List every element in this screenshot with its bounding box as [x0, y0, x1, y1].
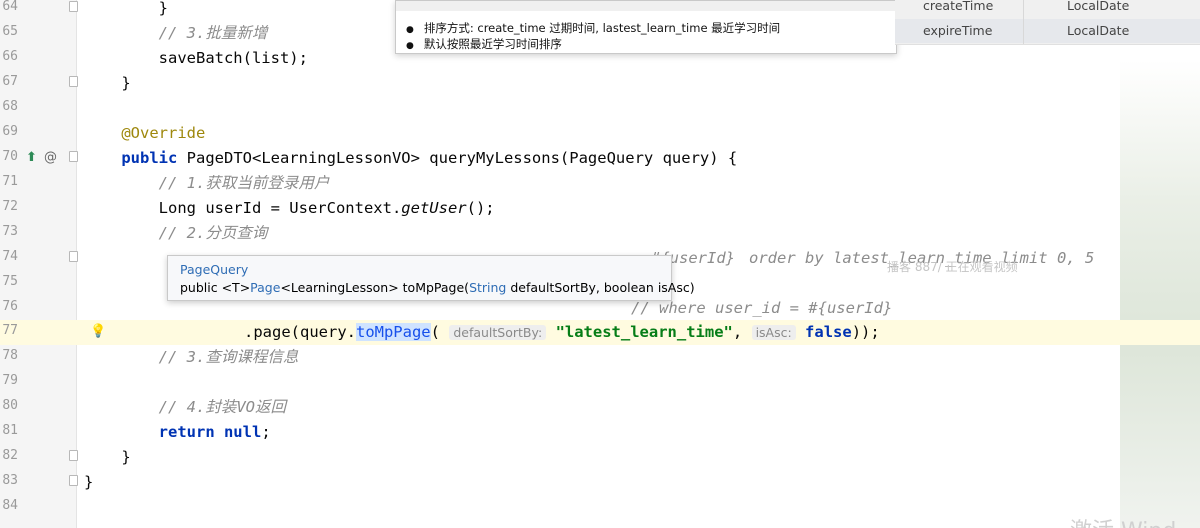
- line-number: 67: [2, 74, 18, 89]
- line-number: 70: [2, 149, 18, 164]
- method-highlight[interactable]: toMpPage: [355, 323, 431, 341]
- line-number: 77: [2, 323, 18, 338]
- code-line[interactable]: 68: [0, 96, 1200, 121]
- popup-class-name[interactable]: PageQuery: [180, 262, 248, 277]
- column-divider: [1023, 0, 1024, 44]
- doc-tooltip: ● 排序方式: create_time 过期时间, lastest_learn_t…: [395, 0, 897, 54]
- code-text: public PageDTO<LearningLessonVO> queryMy…: [84, 149, 738, 167]
- code-text: }: [84, 448, 131, 466]
- code-line[interactable]: 73 // 2.分页查询: [0, 221, 1200, 246]
- tooltip-line: ● 排序方式: create_time 过期时间, lastest_learn_t…: [406, 21, 781, 35]
- line-number: 73: [2, 224, 18, 239]
- param-hint: isAsc:: [751, 325, 796, 340]
- code-comment: // 4.封装VO返回: [84, 398, 286, 416]
- line-number: 80: [2, 398, 18, 413]
- code-editor[interactable]: 64 } 65 // 3.批量新增 66 saveBatch(list); 67…: [0, 0, 1200, 528]
- code-line[interactable]: 81 return null;: [0, 420, 1200, 445]
- code-text: saveBatch(list);: [84, 49, 308, 67]
- code-annotation: @Override: [84, 124, 206, 142]
- line-number: 75: [2, 274, 18, 289]
- line-number: 79: [2, 373, 18, 388]
- lightbulb-icon[interactable]: 💡: [90, 324, 106, 339]
- code-comment: // 3.批量新增: [84, 24, 268, 42]
- fold-marker-icon[interactable]: [69, 151, 78, 162]
- line-number: 74: [2, 249, 18, 264]
- implementation-arrow-icon[interactable]: ⬆: [26, 150, 37, 165]
- line-number: 72: [2, 199, 18, 214]
- line-number: 71: [2, 174, 18, 189]
- tooltip-header: [396, 1, 896, 11]
- param-hint: defaultSortBy:: [449, 325, 547, 340]
- popup-signature: public <T>Page<LearningLesson> toMpPage(…: [180, 280, 695, 295]
- code-text: return null;: [84, 423, 271, 441]
- code-line[interactable]: 84: [0, 495, 1200, 520]
- code-text: }: [84, 74, 131, 92]
- code-line-current[interactable]: 77 💡 .page(query.toMpPage( defaultSortBy…: [0, 320, 1200, 345]
- table-cell-type: LocalDate: [1067, 0, 1130, 13]
- line-number: 66: [2, 49, 18, 64]
- line-number: 64: [2, 0, 18, 14]
- line-number: 82: [2, 448, 18, 463]
- fold-marker-icon[interactable]: [69, 251, 78, 262]
- table-cell-name: createTime: [923, 0, 994, 13]
- code-comment: // 1.获取当前登录用户: [84, 174, 330, 192]
- line-number: 81: [2, 423, 18, 438]
- line-number: 83: [2, 473, 18, 488]
- parameter-info-popup: PageQuery public <T>Page<LearningLesson>…: [167, 255, 695, 301]
- line-number: 76: [2, 299, 18, 314]
- code-line[interactable]: 80 // 4.封装VO返回: [0, 395, 1200, 420]
- code-line[interactable]: 69 @Override: [0, 121, 1200, 146]
- fold-marker-icon[interactable]: [69, 450, 78, 461]
- override-icon[interactable]: @: [44, 150, 57, 165]
- code-line[interactable]: 79: [0, 370, 1200, 395]
- line-number: 68: [2, 99, 18, 114]
- bullet-icon: ●: [406, 25, 414, 35]
- line-number: 78: [2, 348, 18, 363]
- code-text: Long userId = UserContext.getUser();: [84, 199, 495, 217]
- fold-marker-icon[interactable]: [69, 1, 78, 12]
- code-line[interactable]: 83 }: [0, 470, 1200, 495]
- fold-marker-icon[interactable]: [69, 475, 78, 486]
- line-number: 65: [2, 24, 18, 39]
- video-watermark: 播客 887/ 正在观看视频: [887, 260, 1018, 274]
- line-number: 84: [2, 498, 18, 513]
- code-text: }: [84, 473, 94, 491]
- code-text: }: [84, 0, 168, 17]
- code-line[interactable]: 72 Long userId = UserContext.getUser();: [0, 196, 1200, 221]
- fold-marker-icon[interactable]: [69, 76, 78, 87]
- code-text: .page(query.toMpPage( defaultSortBy: "la…: [244, 323, 880, 341]
- bullet-icon: ●: [406, 41, 414, 51]
- code-comment: // 3.查询课程信息: [84, 348, 299, 366]
- line-number: 69: [2, 124, 18, 139]
- code-comment: // 2.分页查询: [84, 224, 268, 242]
- code-line[interactable]: 78 // 3.查询课程信息: [0, 345, 1200, 370]
- activate-windows-watermark: 激活 Wind: [1070, 513, 1176, 528]
- code-line[interactable]: 70 ⬆ @ public PageDTO<LearningLessonVO> …: [0, 146, 1200, 171]
- code-line[interactable]: 71 // 1.获取当前登录用户: [0, 171, 1200, 196]
- table-cell-name: expireTime: [923, 23, 993, 38]
- code-line[interactable]: 67 }: [0, 71, 1200, 96]
- code-line[interactable]: 82 }: [0, 445, 1200, 470]
- table-cell-type: LocalDate: [1067, 23, 1130, 38]
- tooltip-line: ● 默认按照最近学习时间排序: [406, 37, 562, 51]
- field-table: createTime LocalDate expireTime LocalDat…: [895, 0, 1200, 45]
